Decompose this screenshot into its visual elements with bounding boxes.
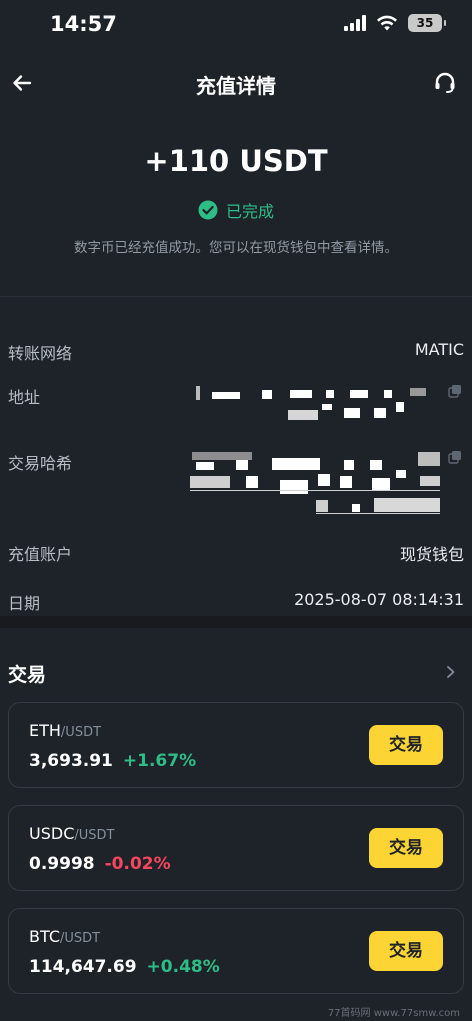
trade-card-usdc[interactable]: USDC/USDT 0.9998 -0.02% 交易 <box>8 805 464 891</box>
nav-bar: 充值详情 <box>0 56 472 110</box>
status-time: 14:57 <box>50 12 117 36</box>
status-icons: 35 <box>344 14 446 32</box>
deposit-amount: +110 USDT <box>144 144 328 178</box>
divider <box>0 296 472 297</box>
pair-quote: /USDT <box>74 828 115 843</box>
price-line: 0.9998 -0.02% <box>29 854 171 874</box>
trade-button-btc[interactable]: 交易 <box>369 931 443 971</box>
pair-change: +0.48% <box>146 957 220 977</box>
signal-icon <box>344 15 366 31</box>
hash-label: 交易哈希 <box>8 454 73 473</box>
deposit-status: 已完成 <box>0 198 472 222</box>
trade-button-eth[interactable]: 交易 <box>369 725 443 765</box>
trade-card-btc[interactable]: BTC/USDT 114,647.69 +0.48% 交易 <box>8 908 464 994</box>
account-value: 现货钱包 <box>399 545 464 564</box>
pair-price: 114,647.69 <box>29 957 137 977</box>
pair-name: ETH/USDT <box>29 721 101 740</box>
price-line: 3,693.91 +1.67% <box>29 751 196 771</box>
watermark: 77首码网 www.77smw.com <box>327 1008 460 1019</box>
check-circle-icon <box>198 200 218 220</box>
trade-button-usdc[interactable]: 交易 <box>369 828 443 868</box>
pair-name: USDC/USDT <box>29 824 114 843</box>
network-value: MATIC <box>414 340 464 359</box>
pair-base: ETH <box>29 721 61 740</box>
pair-quote: /USDT <box>60 725 102 740</box>
support-button[interactable] <box>430 68 460 98</box>
pair-price: 3,693.91 <box>29 751 113 771</box>
section-gap <box>0 616 472 628</box>
pair-price: 0.9998 <box>29 854 95 874</box>
network-label: 转账网络 <box>8 344 73 363</box>
headset-icon <box>435 72 455 93</box>
address-label: 地址 <box>8 388 41 407</box>
battery-icon: 35 <box>408 14 446 32</box>
pair-change: +1.67% <box>122 751 197 771</box>
date-label: 日期 <box>8 594 41 613</box>
trade-card-eth[interactable]: ETH/USDT 3,693.91 +1.67% 交易 <box>8 702 464 788</box>
pair-change: -0.02% <box>104 854 171 874</box>
chevron-right-icon[interactable] <box>444 662 458 682</box>
copy-hash-icon[interactable] <box>448 450 462 464</box>
account-label: 充值账户 <box>8 545 73 564</box>
status-bar: 14:57 35 <box>0 0 472 50</box>
page-title: 充值详情 <box>196 74 276 98</box>
wifi-icon <box>377 15 397 30</box>
copy-address-icon[interactable] <box>448 384 462 398</box>
pair-base: BTC <box>29 927 60 946</box>
price-line: 114,647.69 +0.48% <box>29 957 220 977</box>
pair-name: BTC/USDT <box>29 927 100 946</box>
date-value: 2025-08-07 08:14:31 <box>294 590 464 609</box>
status-description: 数字币已经充值成功。您可以在现货钱包中查看详情。 <box>74 240 398 256</box>
trade-section-title: 交易 <box>8 664 47 686</box>
pair-base: USDC <box>29 824 75 843</box>
status-text: 已完成 <box>225 202 274 221</box>
pair-quote: /USDT <box>59 931 101 946</box>
